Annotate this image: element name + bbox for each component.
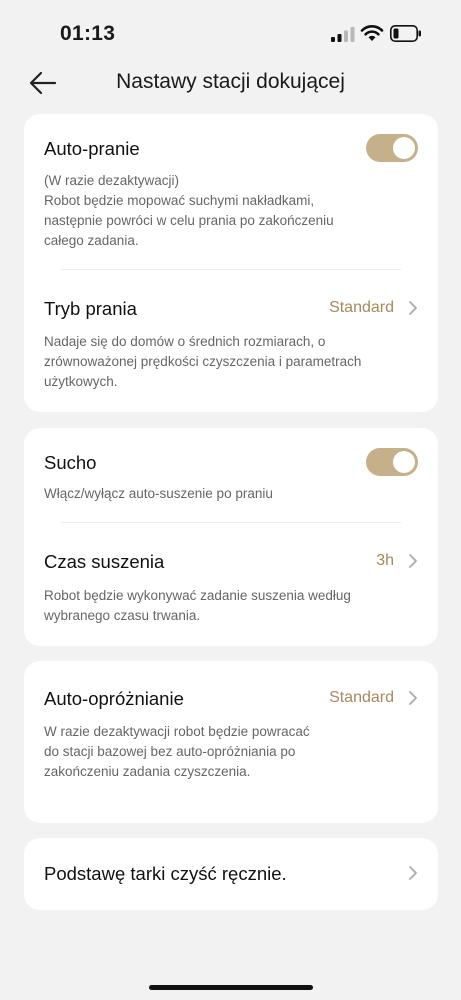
wifi-icon xyxy=(360,25,384,41)
auto-wash-title: Auto-pranie xyxy=(44,138,140,159)
page-title: Nastawy stacji dokującej xyxy=(116,70,345,93)
status-time: 01:13 xyxy=(60,22,116,45)
battery-icon xyxy=(390,25,421,42)
chevron-right-icon xyxy=(409,691,417,705)
chevron-right-icon xyxy=(409,554,417,568)
auto-wash-description: (W razie dezaktywacji) Robot będzie mopo… xyxy=(44,173,334,248)
auto-empty-title: Auto-opróżnianie xyxy=(44,688,184,709)
auto-empty-card[interactable]: Auto-opróżnianie Standard W razie dezakt… xyxy=(24,661,438,823)
manual-clean-card[interactable]: Podstawę tarki czyść ręcznie. xyxy=(24,838,438,910)
toggle-knob xyxy=(393,451,415,473)
manual-clean-title: Podstawę tarki czyść ręcznie. xyxy=(44,863,287,884)
wash-mode-title: Tryb prania xyxy=(44,298,137,319)
toggle-knob xyxy=(393,137,415,159)
dry-settings-card: Sucho Włącz/wyłącz auto-suszenie po pran… xyxy=(24,428,438,646)
wash-mode-description: Nadaje się do domów o średnich rozmiarac… xyxy=(44,334,362,389)
chevron-right-icon xyxy=(409,866,417,880)
signal-icon xyxy=(331,27,355,42)
auto-empty-description: W razie dezaktywacji robot będzie powrac… xyxy=(44,724,310,779)
wash-settings-card: Auto-pranie (W razie dezaktywacji) Robot… xyxy=(24,114,438,412)
divider xyxy=(61,522,401,523)
status-bar: 01:13 xyxy=(0,0,461,62)
auto-empty-value: Standard xyxy=(329,689,394,706)
dry-toggle[interactable] xyxy=(366,448,418,476)
divider xyxy=(61,269,401,270)
home-indicator xyxy=(149,985,313,990)
dry-time-value: 3h xyxy=(376,552,394,569)
dry-description: Włącz/wyłącz auto-suszenie po praniu xyxy=(44,486,273,501)
auto-wash-toggle[interactable] xyxy=(366,134,418,162)
dry-time-title: Czas suszenia xyxy=(44,551,165,572)
dry-title: Sucho xyxy=(44,452,97,473)
chevron-right-icon xyxy=(409,301,417,315)
screen: 01:13 Nastawy stacji dokującej Auto-pran… xyxy=(0,0,461,1000)
wash-mode-value: Standard xyxy=(329,299,394,316)
dry-time-description: Robot będzie wykonywać zadanie suszenia … xyxy=(44,588,351,623)
